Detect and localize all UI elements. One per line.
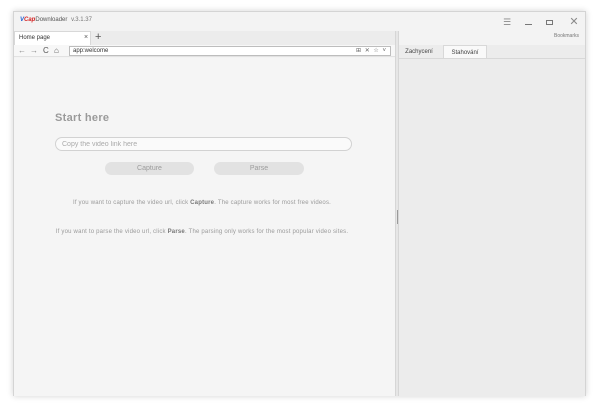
app-name: Downloader [35,17,68,23]
downloads-panel: Zachycení Stahování [399,45,585,396]
app-logo: VCap [20,17,36,23]
tab-label: Home page [19,35,51,41]
back-arrow-icon[interactable]: ← [18,46,26,56]
tab-zachyceni[interactable]: Zachycení [399,45,439,59]
capture-info-text: If you want to capture the video url, cl… [72,200,332,206]
maximize-icon [546,20,553,25]
welcome-page: Start here Capture Parse If you want to … [14,58,395,396]
app-version: v.3.1.37 [71,17,92,23]
parse-button[interactable]: Parse [214,162,304,175]
app-title: VCapDownloader v.3.1.37 [20,17,92,23]
minimize-icon [525,24,532,25]
splitter-grip-icon[interactable] [397,210,398,224]
parse-info-text: If you want to parse the video url, clic… [55,229,349,235]
capture-button[interactable]: Capture [105,162,194,175]
forward-arrow-icon[interactable]: → [30,46,38,56]
title-bar: VCapDownloader v.3.1.37 ☰ ✕ [14,12,585,32]
app-window: VCapDownloader v.3.1.37 ☰ ✕ Bookmarks Ho… [13,11,586,396]
address-bar[interactable]: app:welcome ⊞ ✕ ☆ ˅ [69,46,391,56]
bookmarks-button[interactable]: Bookmarks [554,33,579,39]
menu-icon[interactable]: ☰ [500,14,514,30]
minimize-button[interactable] [522,14,536,30]
tab-stahovani[interactable]: Stahování [443,45,487,59]
video-link-input[interactable] [55,137,352,151]
address-bar-action-icons[interactable]: ⊞ ✕ ☆ ˅ [356,47,387,54]
home-icon[interactable]: ⌂ [54,46,59,56]
url-text[interactable]: app:welcome [73,48,108,54]
navigation-bar: ← → C ⌂ app:welcome ⊞ ✕ ☆ ˅ [14,45,395,57]
reload-icon[interactable]: C [43,46,49,56]
browser-tab-bar: Home page × + [14,31,395,45]
downloads-list [399,59,585,396]
page-title: Start here [55,112,110,124]
tab-close-icon[interactable]: × [84,34,88,41]
close-window-button[interactable]: ✕ [567,14,581,30]
tab-home-page[interactable]: Home page × [14,31,91,45]
maximize-button[interactable] [543,14,557,30]
new-tab-button[interactable]: + [95,31,101,44]
